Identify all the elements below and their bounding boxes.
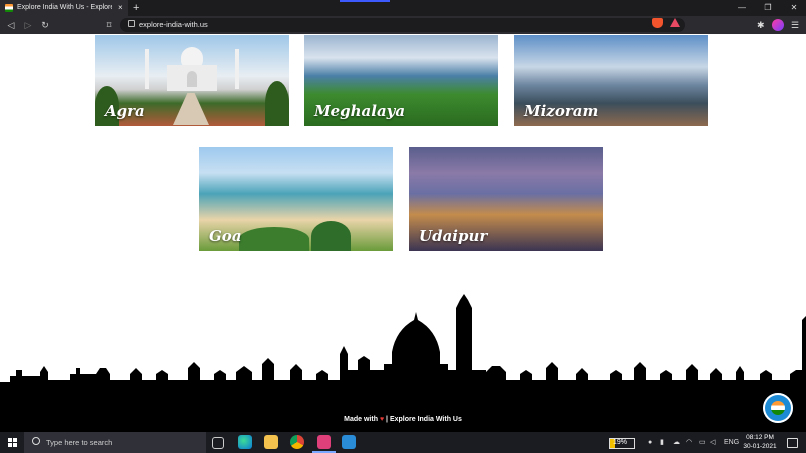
wifi-icon[interactable]: ◠ bbox=[686, 432, 692, 453]
footer-credit: Made with ♥ | Explore India With Us bbox=[0, 416, 806, 423]
india-flag-floating-button[interactable] bbox=[763, 393, 793, 423]
edge-browser-icon[interactable] bbox=[238, 435, 252, 449]
browser-tab[interactable]: Explore India With Us - Explore the × bbox=[0, 0, 128, 16]
footer-made-with: Made with bbox=[344, 416, 378, 423]
volume-icon[interactable]: ◁ bbox=[710, 432, 715, 453]
chrome-icon[interactable] bbox=[290, 435, 304, 449]
windows-start-icon[interactable] bbox=[8, 438, 17, 447]
microphone-icon[interactable]: ▮ bbox=[660, 432, 664, 453]
windows-taskbar: Type here to search 19% ● ▮ ☁ ◠ ▭ ◁ ENG … bbox=[0, 432, 806, 453]
tab-title: Explore India With Us - Explore the bbox=[17, 4, 112, 11]
task-view-icon[interactable] bbox=[212, 437, 224, 449]
destination-card-meghalaya[interactable]: Meghalaya bbox=[304, 35, 498, 126]
destination-label: Mizoram bbox=[524, 102, 599, 120]
bookmark-icon[interactable]: ⌑ bbox=[102, 16, 116, 34]
forward-button[interactable]: ▷ bbox=[21, 16, 35, 34]
browser-toolbar: ◁ ▷ ↻ ⌑ explore-india-with.us ✱ ☰ bbox=[0, 16, 806, 34]
tab-strip-indicator bbox=[340, 0, 390, 2]
new-tab-button[interactable]: + bbox=[133, 0, 139, 16]
search-icon bbox=[32, 437, 40, 445]
taskbar-clock[interactable]: 08:12 PM 30-01-2021 bbox=[742, 434, 778, 451]
destination-label: Agra bbox=[105, 102, 145, 120]
address-url[interactable]: explore-india-with.us bbox=[139, 18, 208, 32]
browser-tab-bar: Explore India With Us - Explore the × + … bbox=[0, 0, 806, 16]
footer-site-name: Explore India With Us bbox=[389, 416, 462, 423]
minaret-shape bbox=[235, 49, 239, 89]
lock-icon bbox=[128, 20, 135, 27]
palm-tree-shape bbox=[239, 227, 309, 251]
destination-card-goa[interactable]: Goa bbox=[199, 147, 393, 251]
file-explorer-icon[interactable] bbox=[264, 435, 278, 449]
brave-rewards-icon[interactable] bbox=[670, 18, 680, 27]
destination-card-udaipur[interactable]: Udaipur bbox=[409, 147, 603, 251]
tree-shape bbox=[265, 81, 289, 126]
destination-label: Udaipur bbox=[419, 227, 488, 245]
palm-tree-shape bbox=[311, 221, 351, 251]
heart-icon: ♥ bbox=[379, 416, 385, 423]
onedrive-icon[interactable]: ☁ bbox=[673, 432, 680, 453]
brave-taskbar-icon[interactable] bbox=[317, 435, 331, 449]
destination-card-agra[interactable]: Agra bbox=[95, 35, 289, 126]
extensions-icon[interactable]: ✱ bbox=[757, 16, 765, 34]
profile-avatar[interactable] bbox=[772, 19, 784, 31]
tray-chrome-icon[interactable]: ● bbox=[648, 432, 652, 453]
battery-tray-icon[interactable]: ▭ bbox=[699, 432, 706, 453]
taskbar-search-box[interactable]: Type here to search bbox=[24, 432, 206, 453]
destination-label: Goa bbox=[209, 227, 242, 245]
window-close-button[interactable]: ✕ bbox=[782, 0, 806, 16]
brave-shields-icon[interactable] bbox=[652, 18, 663, 28]
battery-percent: 19% bbox=[613, 439, 628, 446]
clock-time: 08:12 PM bbox=[746, 434, 774, 441]
vscode-icon[interactable] bbox=[342, 435, 356, 449]
notification-center-icon[interactable] bbox=[787, 438, 798, 448]
destination-label: Meghalaya bbox=[314, 102, 406, 120]
language-indicator[interactable]: ENG bbox=[724, 432, 739, 453]
taj-mahal-shape bbox=[167, 47, 217, 95]
address-bar[interactable]: explore-india-with.us bbox=[120, 18, 685, 32]
footer-separator: | bbox=[386, 416, 389, 423]
minaret-shape bbox=[145, 49, 149, 89]
maximize-button[interactable]: ❐ bbox=[756, 0, 780, 16]
clock-date: 30-01-2021 bbox=[743, 442, 777, 450]
tab-close-icon[interactable]: × bbox=[118, 0, 123, 16]
battery-indicator[interactable]: 19% bbox=[609, 438, 635, 449]
reload-button[interactable]: ↻ bbox=[38, 16, 52, 34]
minimize-button[interactable]: — bbox=[730, 0, 754, 16]
browser-menu-icon[interactable]: ☰ bbox=[791, 16, 799, 34]
taskbar-search-placeholder: Type here to search bbox=[46, 438, 113, 447]
back-button[interactable]: ◁ bbox=[4, 16, 18, 34]
destination-card-mizoram[interactable]: Mizoram bbox=[514, 35, 708, 126]
india-flag-favicon-icon bbox=[5, 4, 13, 12]
